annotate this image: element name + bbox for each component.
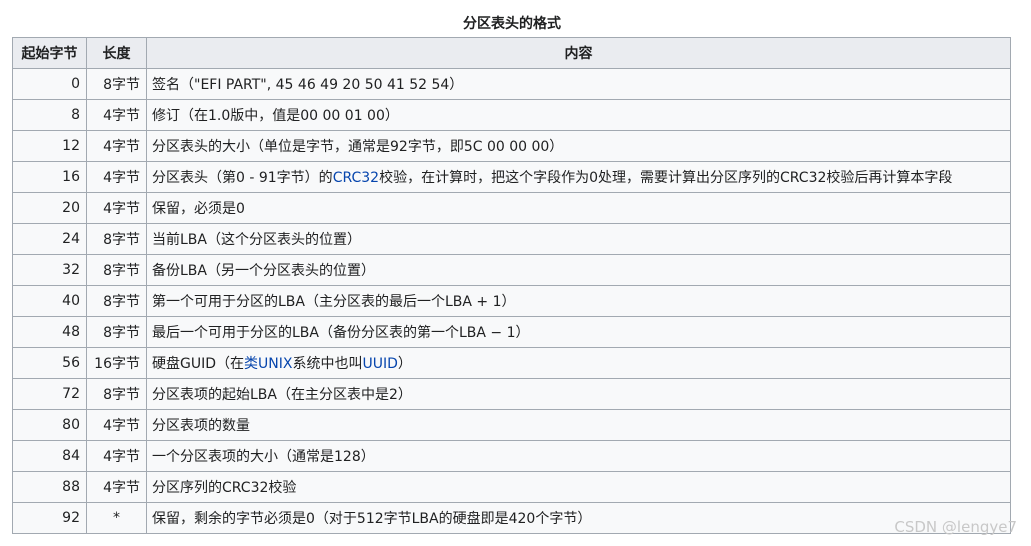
cell-length: 4字节 — [86, 99, 147, 131]
content-text: 一个分区表项的大小（通常是128） — [152, 449, 375, 465]
table-body: 0 8字节 签名（"EFI PART", 45 46 49 20 50 41 52 … — [12, 68, 1011, 534]
cell-offset: 16 — [12, 161, 87, 193]
cell-content: 分区表项的起始LBA（在主分区表中是2） — [146, 378, 1011, 410]
content-text: 保留，必须是0 — [152, 201, 245, 217]
wiki-link[interactable]: UUID — [362, 356, 397, 372]
cell-length: 16字节 — [86, 347, 147, 379]
cell-content: 最后一个可用于分区的LBA（备份分区表的第一个LBA − 1） — [146, 316, 1011, 348]
content-text: 分区序列的CRC32校验 — [152, 480, 297, 496]
cell-offset: 12 — [12, 130, 87, 162]
cell-length: 4字节 — [86, 471, 147, 503]
content-text: 第一个可用于分区的LBA（主分区表的最后一个LBA + 1） — [152, 294, 516, 310]
cell-offset: 80 — [12, 409, 87, 441]
cell-length: * — [86, 502, 147, 534]
table-row: 32 8字节 备份LBA（另一个分区表头的位置） — [12, 254, 1011, 286]
table-row: 16 4字节 分区表头（第0 - 91字节）的CRC32校验，在计算时，把这个字段作… — [12, 161, 1011, 193]
cell-offset: 88 — [12, 471, 87, 503]
cell-offset: 20 — [12, 192, 87, 224]
cell-offset: 92 — [12, 502, 87, 534]
gpt-header-table: 起始字节 长度 内容 0 8字节 签名（"EFI PART", 45 46 49 2… — [12, 37, 1011, 534]
content-text: 当前LBA（这个分区表头的位置） — [152, 232, 361, 248]
content-text: 备份LBA（另一个分区表头的位置） — [152, 263, 375, 279]
table-row: 84 4字节 一个分区表项的大小（通常是128） — [12, 440, 1011, 472]
cell-offset: 40 — [12, 285, 87, 317]
table-header-row: 起始字节 长度 内容 — [12, 37, 1011, 69]
cell-content: 修订（在1.0版中，值是00 00 01 00） — [146, 99, 1011, 131]
cell-offset: 8 — [12, 99, 87, 131]
table-row: 80 4字节 分区表项的数量 — [12, 409, 1011, 441]
cell-offset: 0 — [12, 68, 87, 100]
table-row: 8 4字节 修订（在1.0版中，值是00 00 01 00） — [12, 99, 1011, 131]
cell-offset: 48 — [12, 316, 87, 348]
cell-content: 备份LBA（另一个分区表头的位置） — [146, 254, 1011, 286]
cell-offset: 72 — [12, 378, 87, 410]
cell-content: 分区表项的数量 — [146, 409, 1011, 441]
content-text: 分区表项的数量 — [152, 418, 250, 434]
cell-content: 分区序列的CRC32校验 — [146, 471, 1011, 503]
content-text: 修订（在1.0版中，值是00 00 01 00） — [152, 108, 399, 124]
content-text: 最后一个可用于分区的LBA（备份分区表的第一个LBA − 1） — [152, 325, 530, 341]
cell-length: 4字节 — [86, 440, 147, 472]
cell-length: 8字节 — [86, 254, 147, 286]
cell-content: 第一个可用于分区的LBA（主分区表的最后一个LBA + 1） — [146, 285, 1011, 317]
cell-content: 分区表头的大小（单位是字节，通常是92字节，即5C 00 00 00） — [146, 130, 1011, 162]
cell-content: 硬盘GUID（在类UNIX系统中也叫UUID） — [146, 347, 1011, 379]
table-row: 88 4字节 分区序列的CRC32校验 — [12, 471, 1011, 503]
table-row: 56 16字节 硬盘GUID（在类UNIX系统中也叫UUID） — [12, 347, 1011, 379]
wiki-link[interactable]: CRC32 — [333, 170, 379, 186]
table-row: 20 4字节 保留，必须是0 — [12, 192, 1011, 224]
cell-offset: 84 — [12, 440, 87, 472]
table-row: 92 * 保留，剩余的字节必须是0（对于512字节LBA的硬盘即是420个字节） — [12, 502, 1011, 534]
content-text: 系统中也叫 — [292, 356, 363, 372]
watermark-text: CSDN @lengye7 — [894, 518, 1017, 536]
content-text: 硬盘GUID（在 — [152, 356, 245, 372]
cell-content: 保留，必须是0 — [146, 192, 1011, 224]
cell-offset: 56 — [12, 347, 87, 379]
content-text: 校验，在计算时，把这个字段作为0处理，需要计算出分区序列的CRC32校验后再计算… — [379, 170, 953, 186]
cell-length: 8字节 — [86, 223, 147, 255]
table-row: 48 8字节 最后一个可用于分区的LBA（备份分区表的第一个LBA − 1） — [12, 316, 1011, 348]
cell-length: 8字节 — [86, 316, 147, 348]
table-row: 24 8字节 当前LBA（这个分区表头的位置） — [12, 223, 1011, 255]
content-text: 保留，剩余的字节必须是0（对于512字节LBA的硬盘即是420个字节） — [152, 511, 592, 527]
cell-content: 一个分区表项的大小（通常是128） — [146, 440, 1011, 472]
cell-content: 当前LBA（这个分区表头的位置） — [146, 223, 1011, 255]
column-header-content: 内容 — [146, 37, 1011, 69]
table-row: 12 4字节 分区表头的大小（单位是字节，通常是92字节，即5C 00 00 00） — [12, 130, 1011, 162]
cell-length: 4字节 — [86, 192, 147, 224]
table-row: 0 8字节 签名（"EFI PART", 45 46 49 20 50 41 52 … — [12, 68, 1011, 100]
content-text: ） — [397, 356, 412, 372]
cell-length: 4字节 — [86, 409, 147, 441]
wiki-link[interactable]: 类UNIX — [244, 356, 292, 372]
table-row: 72 8字节 分区表项的起始LBA（在主分区表中是2） — [12, 378, 1011, 410]
cell-content: 签名（"EFI PART", 45 46 49 20 50 41 52 54） — [146, 68, 1011, 100]
cell-length: 4字节 — [86, 130, 147, 162]
content-text: 分区表头（第0 - 91字节）的 — [152, 170, 333, 186]
cell-content: 保留，剩余的字节必须是0（对于512字节LBA的硬盘即是420个字节） — [146, 502, 1011, 534]
cell-length: 4字节 — [86, 161, 147, 193]
cell-content: 分区表头（第0 - 91字节）的CRC32校验，在计算时，把这个字段作为0处理，… — [146, 161, 1011, 193]
content-text: 分区表项的起始LBA（在主分区表中是2） — [152, 387, 412, 403]
cell-offset: 24 — [12, 223, 87, 255]
cell-length: 8字节 — [86, 285, 147, 317]
cell-offset: 32 — [12, 254, 87, 286]
column-header-length: 长度 — [86, 37, 147, 69]
cell-length: 8字节 — [86, 68, 147, 100]
column-header-offset: 起始字节 — [12, 37, 87, 69]
table-row: 40 8字节 第一个可用于分区的LBA（主分区表的最后一个LBA + 1） — [12, 285, 1011, 317]
table-caption: 分区表头的格式 — [463, 16, 561, 32]
cell-length: 8字节 — [86, 378, 147, 410]
content-text: 签名（"EFI PART", 45 46 49 20 50 41 52 54） — [152, 77, 464, 93]
content-text: 分区表头的大小（单位是字节，通常是92字节，即5C 00 00 00） — [152, 139, 564, 155]
